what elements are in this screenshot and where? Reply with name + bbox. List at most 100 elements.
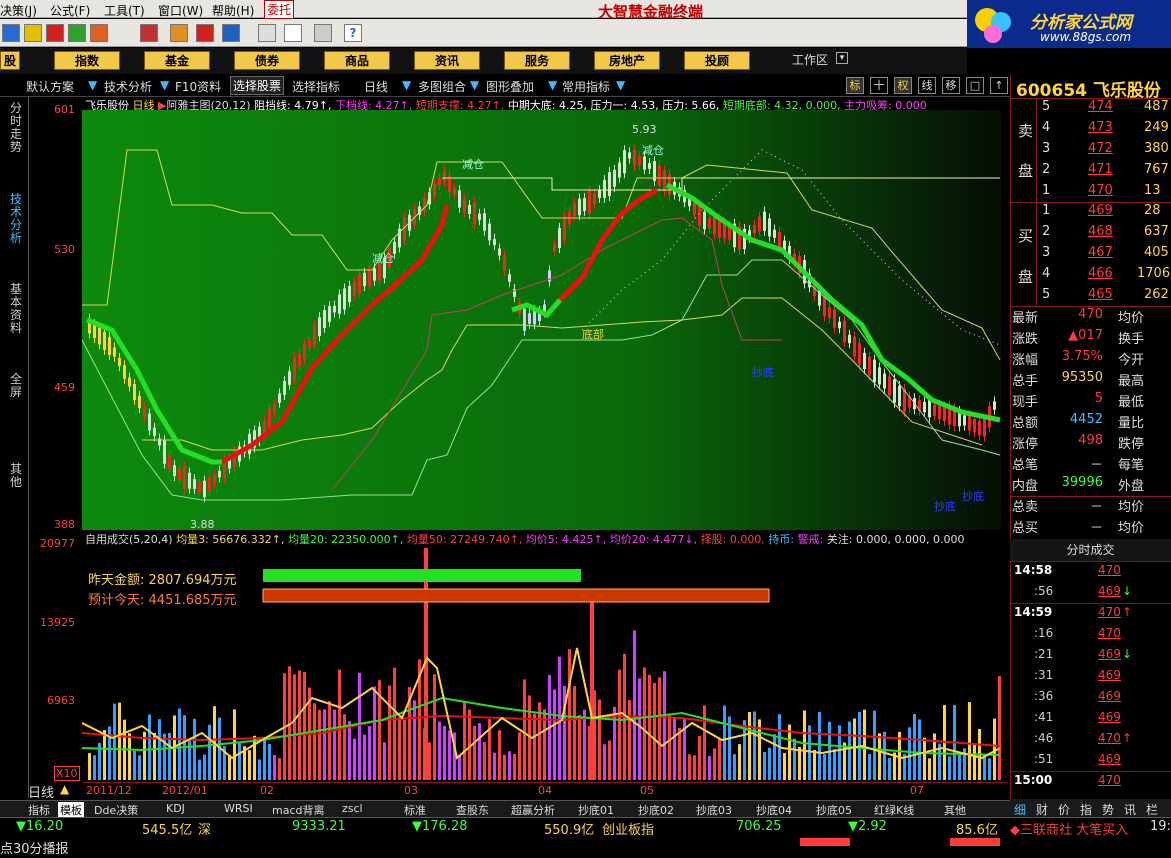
rights-button[interactable]: 权 bbox=[894, 77, 912, 94]
quote-tab[interactable]: 财 bbox=[1036, 801, 1048, 818]
indicator-tab[interactable]: 抄底01 bbox=[578, 802, 614, 818]
indicator-tab[interactable]: 抄底03 bbox=[696, 802, 732, 818]
quote-tab[interactable]: 指 bbox=[1080, 801, 1092, 818]
back-icon[interactable] bbox=[2, 24, 20, 42]
indicator-tab[interactable]: WRSI bbox=[224, 802, 253, 815]
candle-body bbox=[573, 203, 576, 216]
left-tab-other[interactable]: 其他 bbox=[10, 463, 22, 489]
tab-default-scheme[interactable]: 默认方案 bbox=[26, 78, 74, 95]
indicator-tab[interactable]: zscl bbox=[342, 802, 363, 815]
indicator-tab[interactable]: 查股东 bbox=[456, 802, 489, 818]
indicator-tab[interactable]: 模板 bbox=[58, 802, 84, 818]
section-service[interactable]: 服务 bbox=[504, 51, 570, 70]
menu-entrust[interactable]: 委托 bbox=[264, 0, 295, 19]
broadcast-text[interactable]: 点30分播报 bbox=[0, 838, 69, 857]
section-fund[interactable]: 基金 bbox=[144, 51, 210, 70]
sell-level-row[interactable]: 5 474 487 bbox=[1012, 99, 1171, 120]
sell-level-row[interactable]: 3 472 380 bbox=[1012, 141, 1171, 162]
menu-formula[interactable]: 公式(F) bbox=[50, 2, 90, 19]
workarea-label[interactable]: 工作区 bbox=[792, 51, 828, 68]
indicator-tab[interactable]: 抄底04 bbox=[756, 802, 792, 818]
indicator-tab[interactable]: 红绿K线 bbox=[874, 802, 914, 818]
indicator-tab[interactable]: 其他 bbox=[944, 802, 966, 818]
dropdown-arrow-icon[interactable]: ▼ bbox=[470, 78, 479, 92]
sell-level-row[interactable]: 4 473 249 bbox=[1012, 120, 1171, 141]
tab-multi-chart[interactable]: 多图组合 bbox=[418, 78, 466, 95]
grid-icon[interactable] bbox=[68, 24, 86, 42]
buy-level-row[interactable]: 5 465 262 bbox=[1012, 287, 1171, 308]
left-tab-technical[interactable]: 技术分析 bbox=[10, 193, 22, 245]
quote-tab[interactable]: 细 bbox=[1014, 801, 1026, 818]
indicator-tab[interactable]: 超赢分析 bbox=[511, 802, 555, 818]
alert-icon[interactable] bbox=[140, 24, 158, 42]
up-button[interactable]: ↑ bbox=[990, 77, 1008, 94]
section-bond[interactable]: 债券 bbox=[234, 51, 300, 70]
left-tab-fundamental[interactable]: 基本资料 bbox=[10, 283, 22, 335]
menu-help[interactable]: 帮助(H) bbox=[212, 2, 254, 19]
candle-body bbox=[983, 418, 986, 437]
section-realestate[interactable]: 房地产 bbox=[594, 51, 660, 70]
indicator-tab[interactable]: 抄底05 bbox=[816, 802, 852, 818]
buy-level-row[interactable]: 1 469 28 bbox=[1012, 203, 1171, 224]
section-index[interactable]: 指数 bbox=[54, 51, 120, 70]
mark-button[interactable]: 标 bbox=[846, 77, 864, 94]
left-tab-fullscreen[interactable]: 全屏 bbox=[10, 373, 22, 399]
tab-daily[interactable]: 日线 bbox=[364, 78, 388, 95]
dropdown-arrow-icon[interactable]: ▼ bbox=[160, 78, 169, 92]
indicator-tab[interactable]: 指标 bbox=[28, 802, 50, 818]
window-button[interactable]: □ bbox=[966, 77, 984, 94]
indicator-tab[interactable]: macd背离 bbox=[272, 802, 325, 818]
indicator-tab[interactable]: Dde决策 bbox=[94, 802, 138, 818]
tab-technical[interactable]: 技术分析 bbox=[104, 78, 152, 95]
dropdown-arrow-icon[interactable]: ▼ bbox=[616, 78, 625, 92]
section-news[interactable]: 资讯 bbox=[414, 51, 480, 70]
volume-bar bbox=[798, 746, 801, 780]
line-button[interactable]: 线 bbox=[918, 77, 936, 94]
indicator-tab[interactable]: KDJ bbox=[166, 802, 185, 815]
quote-tab[interactable]: 价 bbox=[1058, 801, 1070, 818]
circle-icon[interactable] bbox=[196, 24, 214, 42]
dropdown-arrow-icon[interactable]: ▼ bbox=[88, 78, 97, 92]
buy-level-row[interactable]: 2 468 637 bbox=[1012, 224, 1171, 245]
menu-decision[interactable]: 决策(J) bbox=[0, 2, 37, 19]
crosshair-button[interactable]: 十 bbox=[870, 77, 888, 94]
tab-select-indicator[interactable]: 选择指标 bbox=[292, 78, 340, 95]
menu-tools[interactable]: 工具(T) bbox=[104, 2, 145, 19]
news-ticker[interactable]: ◆三联商社 大笔买入 bbox=[1010, 819, 1128, 838]
section-stock[interactable]: 股 bbox=[0, 51, 20, 70]
layout-icon[interactable] bbox=[314, 24, 332, 42]
tab-f10[interactable]: F10资料 bbox=[175, 78, 221, 95]
print-icon[interactable] bbox=[258, 24, 276, 42]
dropdown-arrow-icon[interactable]: ▼ bbox=[402, 78, 411, 92]
section-commodity[interactable]: 商品 bbox=[324, 51, 390, 70]
menu-window[interactable]: 窗口(W) bbox=[158, 2, 203, 19]
diamond-icon[interactable] bbox=[170, 24, 188, 42]
quote-tab[interactable]: 势 bbox=[1102, 801, 1114, 818]
help-icon[interactable]: ? bbox=[344, 24, 362, 42]
sell-level-row[interactable]: 2 471 767 bbox=[1012, 162, 1171, 183]
dropdown-arrow-icon[interactable]: ▼ bbox=[548, 78, 557, 92]
tab-select-stock[interactable]: 选择股票 bbox=[230, 76, 285, 95]
stat-label: 总额 bbox=[1012, 416, 1039, 431]
quote-tab[interactable]: 栏 bbox=[1146, 801, 1158, 818]
price-chart[interactable]: 减仓 减仓 减仓 底部 抄底 抄底 抄底 5.93 3.88 bbox=[82, 110, 1001, 530]
indicator-tab[interactable]: 抄底02 bbox=[638, 802, 674, 818]
sell-level-row[interactable]: 1 470 13 bbox=[1012, 183, 1171, 204]
workarea-toggle-icon[interactable]: ▾ bbox=[836, 52, 848, 64]
indicator-tab[interactable]: 标准 bbox=[404, 802, 426, 818]
info-icon[interactable] bbox=[46, 24, 64, 42]
section-advisor[interactable]: 投顾 bbox=[684, 51, 750, 70]
compare-icon[interactable] bbox=[90, 24, 108, 42]
buy-level-row[interactable]: 3 467 405 bbox=[1012, 245, 1171, 266]
tab-common-indicator[interactable]: 常用指标 bbox=[562, 78, 610, 95]
quote-tab[interactable]: 讯 bbox=[1124, 801, 1136, 818]
quote-icon[interactable] bbox=[24, 24, 42, 42]
candle-body bbox=[178, 468, 181, 480]
window-icon[interactable] bbox=[284, 24, 302, 42]
tab-overlay[interactable]: 图形叠加 bbox=[486, 78, 534, 95]
move-button[interactable]: 移 bbox=[942, 77, 960, 94]
left-tab-timeshare[interactable]: 分时走势 bbox=[10, 102, 22, 154]
tile-icon[interactable] bbox=[222, 24, 240, 42]
buy-level-row[interactable]: 4 466 1706 bbox=[1012, 266, 1171, 287]
candle-body bbox=[168, 455, 171, 469]
